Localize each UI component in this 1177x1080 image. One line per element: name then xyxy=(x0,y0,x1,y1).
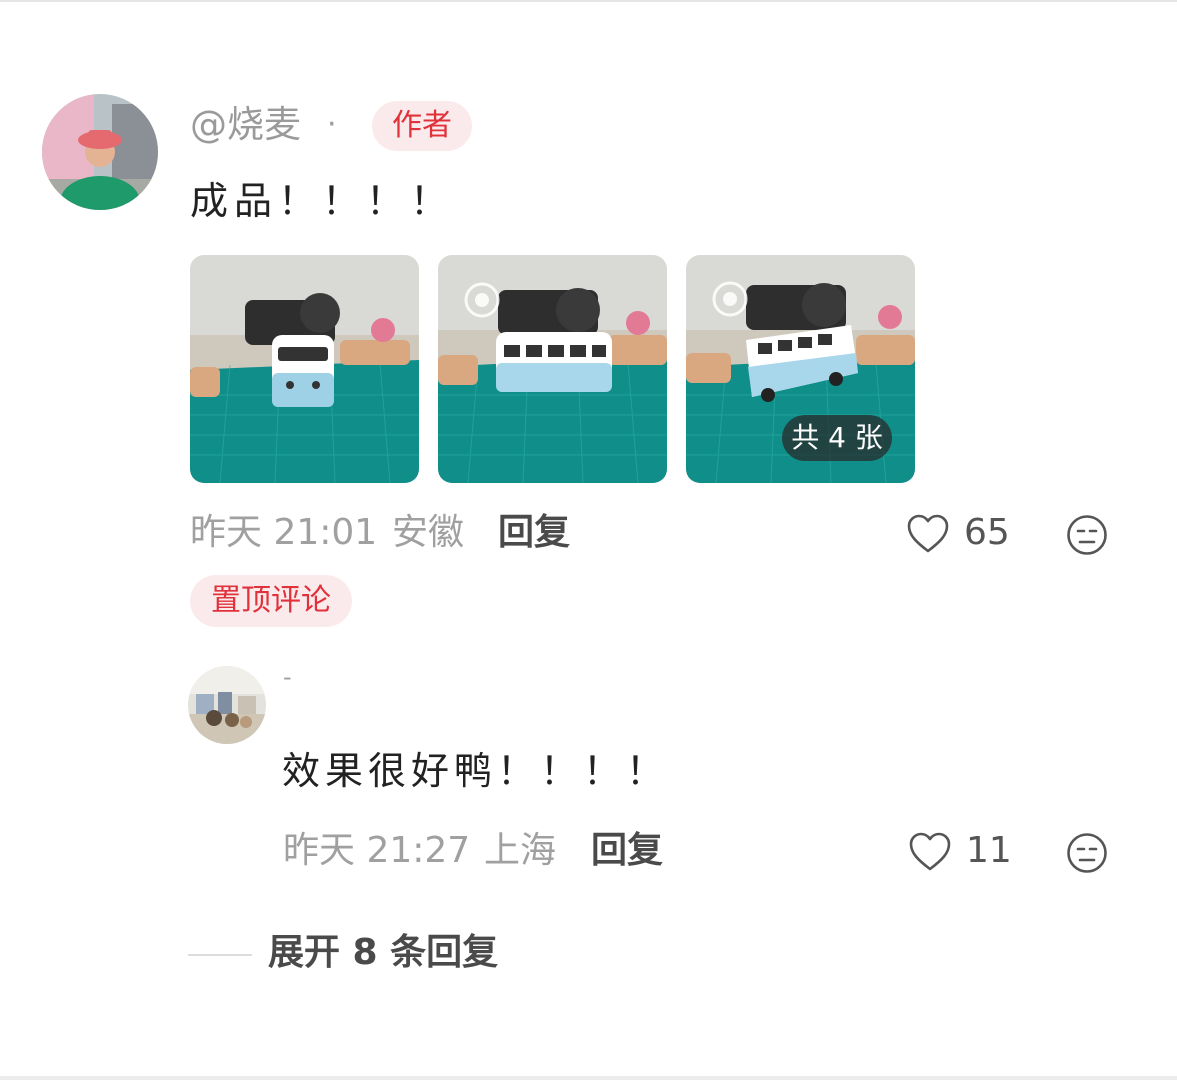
reply-username[interactable]: - xyxy=(283,662,292,692)
author-avatar[interactable] xyxy=(42,94,158,210)
reply-text: 效果很好鸭！！！！ xyxy=(282,749,670,793)
pinned-badge: 置顶评论 xyxy=(190,575,352,627)
reply-avatar[interactable] xyxy=(188,666,266,744)
expand-replies-button[interactable]: 展开 8 条回复 xyxy=(268,928,498,978)
heart-icon[interactable] xyxy=(908,831,952,877)
reply-button[interactable]: 回复 xyxy=(498,508,570,558)
separator-dot: · xyxy=(327,107,337,142)
reply-reply-button[interactable]: 回复 xyxy=(591,826,663,876)
reply-like-count: 11 xyxy=(966,830,1012,871)
top-divider xyxy=(0,0,1177,2)
comment-image-2[interactable] xyxy=(438,255,667,483)
heart-icon[interactable] xyxy=(906,513,950,559)
author-username[interactable]: @烧麦 xyxy=(190,100,301,150)
reply-time: 昨天 21:27 xyxy=(283,830,471,871)
comment-location: 安徽 xyxy=(392,512,465,553)
reply-location: 上海 xyxy=(484,830,557,871)
like-count: 65 xyxy=(964,512,1010,553)
image-count-badge[interactable]: 共 4 张 xyxy=(782,415,892,461)
comment-time: 昨天 21:01 xyxy=(190,512,378,553)
neutral-face-icon[interactable] xyxy=(1066,832,1108,878)
bottom-divider xyxy=(0,1076,1177,1080)
neutral-face-icon[interactable] xyxy=(1066,514,1108,560)
author-badge: 作者 xyxy=(372,101,472,151)
expand-divider xyxy=(188,954,252,956)
comment-image-1[interactable] xyxy=(190,255,419,483)
comment-text: 成品！！！！ xyxy=(190,179,455,223)
